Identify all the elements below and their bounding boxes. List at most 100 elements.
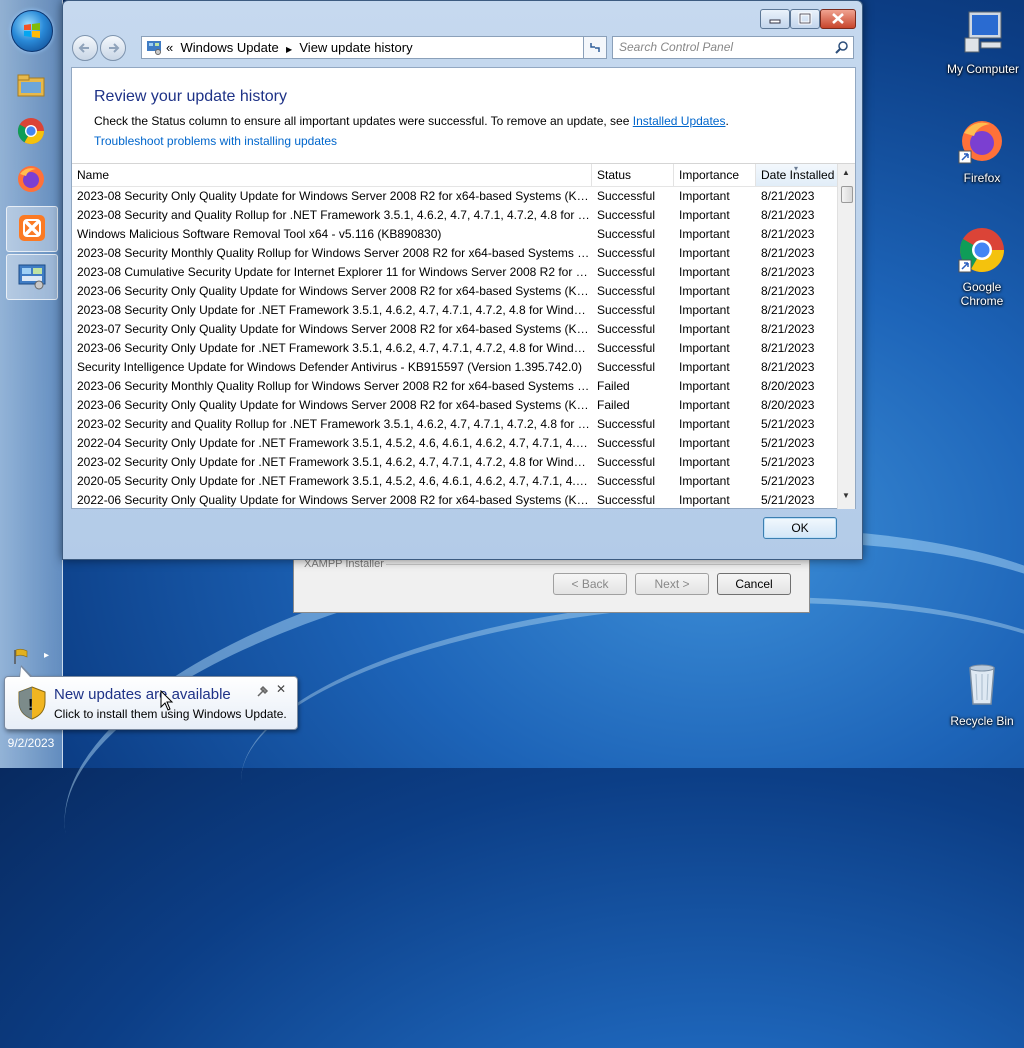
page-title: Review your update history bbox=[94, 88, 287, 105]
taskbar-control-panel[interactable] bbox=[6, 254, 58, 300]
table-scrollbar[interactable]: ▲ ▼ bbox=[837, 164, 855, 509]
cell-name: 2020-05 Security Only Update for .NET Fr… bbox=[77, 474, 592, 488]
table-row[interactable]: 2023-08 Security and Quality Rollup for … bbox=[72, 206, 842, 225]
cell-importance: Important bbox=[679, 474, 730, 488]
cell-importance: Important bbox=[679, 227, 730, 241]
table-row[interactable]: 2023-08 Security Only Quality Update for… bbox=[72, 187, 842, 206]
taskbar-clock[interactable]: 9/2/2023 bbox=[0, 736, 62, 750]
forward-nav-button[interactable] bbox=[100, 35, 126, 61]
next-button[interactable]: Next > bbox=[635, 573, 709, 595]
cell-status: Failed bbox=[597, 379, 630, 393]
start-button[interactable] bbox=[11, 10, 53, 52]
desktop-icon-my-computer[interactable]: My Computer bbox=[941, 8, 1024, 76]
table-row[interactable]: Windows Malicious Software Removal Tool … bbox=[72, 225, 842, 244]
cell-name: 2023-07 Security Only Quality Update for… bbox=[77, 322, 592, 336]
cell-importance: Important bbox=[679, 398, 730, 412]
cell-importance: Important bbox=[679, 417, 730, 431]
table-row[interactable]: 2023-06 Security Only Quality Update for… bbox=[72, 396, 842, 415]
table-row[interactable]: 2022-06 Security Only Quality Update for… bbox=[72, 491, 842, 509]
refresh-icon bbox=[590, 43, 600, 52]
taskbar-firefox[interactable] bbox=[6, 158, 56, 202]
tray-expand-arrow-icon[interactable]: ▸ bbox=[44, 650, 49, 661]
troubleshoot-link[interactable]: Troubleshoot problems with installing up… bbox=[94, 134, 337, 148]
back-nav-button[interactable] bbox=[72, 35, 98, 61]
cell-date-installed: 5/21/2023 bbox=[761, 493, 815, 507]
balloon-options-icon[interactable] bbox=[256, 684, 270, 698]
table-row[interactable]: 2023-06 Security Monthly Quality Rollup … bbox=[72, 377, 842, 396]
forward-arrow-icon bbox=[109, 43, 120, 53]
cell-importance: Important bbox=[679, 493, 730, 507]
minimize-button[interactable] bbox=[760, 9, 790, 29]
search-input[interactable]: Search Control Panel bbox=[612, 36, 854, 59]
column-header-name[interactable]: Name bbox=[72, 164, 592, 186]
desktop-icon-google-chrome[interactable]: Google Chrome bbox=[940, 226, 1024, 308]
table-row[interactable]: 2023-08 Security Monthly Quality Rollup … bbox=[72, 244, 842, 263]
minimize-icon bbox=[769, 19, 781, 24]
update-notification-balloon[interactable]: ! New updates are available Click to ins… bbox=[4, 665, 298, 730]
desktop-icon-firefox[interactable]: Firefox bbox=[940, 117, 1024, 185]
table-row[interactable]: Security Intelligence Update for Windows… bbox=[72, 358, 842, 377]
table-row[interactable]: 2023-06 Security Only Quality Update for… bbox=[72, 282, 842, 301]
cell-importance: Important bbox=[679, 189, 730, 203]
cell-status: Successful bbox=[597, 493, 656, 507]
search-icon[interactable] bbox=[835, 40, 849, 54]
table-row[interactable]: 2023-07 Security Only Quality Update for… bbox=[72, 320, 842, 339]
balloon-title[interactable]: New updates are available bbox=[54, 686, 231, 703]
cell-importance: Important bbox=[679, 341, 730, 355]
table-row[interactable]: 2023-02 Security Only Update for .NET Fr… bbox=[72, 453, 842, 472]
breadcrumb-overflow[interactable]: « bbox=[166, 40, 173, 55]
caption-buttons bbox=[760, 9, 856, 29]
ok-button[interactable]: OK bbox=[763, 517, 837, 539]
cell-date-installed: 5/21/2023 bbox=[761, 474, 815, 488]
column-header-status[interactable]: Status bbox=[592, 164, 674, 186]
cell-name: 2023-08 Security and Quality Rollup for … bbox=[77, 208, 592, 222]
table-row[interactable]: 2020-05 Security Only Update for .NET Fr… bbox=[72, 472, 842, 491]
taskbar-chrome[interactable] bbox=[6, 110, 56, 154]
cell-status: Successful bbox=[597, 341, 656, 355]
mouse-cursor-icon bbox=[160, 690, 174, 711]
control-panel-icon bbox=[18, 264, 46, 290]
breadcrumb-windows-update[interactable]: Windows Update bbox=[180, 40, 278, 55]
cell-date-installed: 8/21/2023 bbox=[761, 208, 815, 222]
table-row[interactable]: 2023-08 Cumulative Security Update for I… bbox=[72, 263, 842, 282]
maximize-button[interactable] bbox=[790, 9, 820, 29]
xampp-installer-window: XAMPP Installer < Back Next > Cancel bbox=[293, 555, 810, 613]
balloon-close-button[interactable]: ✕ bbox=[276, 682, 286, 696]
cell-importance: Important bbox=[679, 246, 730, 260]
description-text: Check the Status column to ensure all im… bbox=[94, 114, 633, 128]
scroll-up-icon[interactable]: ▲ bbox=[842, 168, 850, 177]
cancel-button[interactable]: Cancel bbox=[717, 573, 791, 595]
table-row[interactable]: 2023-06 Security Only Update for .NET Fr… bbox=[72, 339, 842, 358]
cell-date-installed: 5/21/2023 bbox=[761, 455, 815, 469]
scroll-down-icon[interactable]: ▼ bbox=[842, 491, 850, 500]
cell-name: 2023-02 Security Only Update for .NET Fr… bbox=[77, 455, 592, 469]
taskbar-xampp[interactable] bbox=[6, 206, 58, 252]
table-body: 2023-08 Security Only Quality Update for… bbox=[72, 187, 842, 509]
installed-updates-link[interactable]: Installed Updates bbox=[633, 114, 726, 128]
action-center-flag-icon[interactable] bbox=[12, 648, 30, 666]
refresh-button[interactable] bbox=[583, 36, 607, 59]
close-button[interactable] bbox=[820, 9, 856, 29]
column-header-importance[interactable]: Importance bbox=[674, 164, 756, 186]
table-row[interactable]: 2023-02 Security and Quality Rollup for … bbox=[72, 415, 842, 434]
cell-status: Successful bbox=[597, 208, 656, 222]
cell-date-installed: 8/21/2023 bbox=[761, 265, 815, 279]
address-bar[interactable]: « Windows Update ▶ View update history ▼ bbox=[141, 36, 607, 59]
table-row[interactable]: 2023-08 Security Only Update for .NET Fr… bbox=[72, 301, 842, 320]
breadcrumb-view-update-history[interactable]: View update history bbox=[299, 40, 412, 55]
firefox-icon bbox=[958, 121, 1002, 164]
balloon-tail-fill bbox=[20, 667, 31, 678]
cell-date-installed: 8/21/2023 bbox=[761, 303, 815, 317]
xampp-icon bbox=[19, 215, 45, 241]
scrollbar-thumb[interactable] bbox=[841, 186, 853, 203]
cell-status: Successful bbox=[597, 436, 656, 450]
taskbar-explorer[interactable] bbox=[6, 64, 56, 108]
back-button[interactable]: < Back bbox=[553, 573, 627, 595]
column-header-date-installed[interactable]: Date Installed ▾ bbox=[756, 164, 842, 186]
breadcrumb-separator[interactable]: ▶ bbox=[286, 45, 292, 54]
desktop-icon-recycle-bin[interactable]: Recycle Bin bbox=[940, 660, 1024, 728]
cell-importance: Important bbox=[679, 303, 730, 317]
table-row[interactable]: 2022-04 Security Only Update for .NET Fr… bbox=[72, 434, 842, 453]
cell-status: Failed bbox=[597, 398, 630, 412]
recycle-bin-icon bbox=[969, 664, 995, 705]
